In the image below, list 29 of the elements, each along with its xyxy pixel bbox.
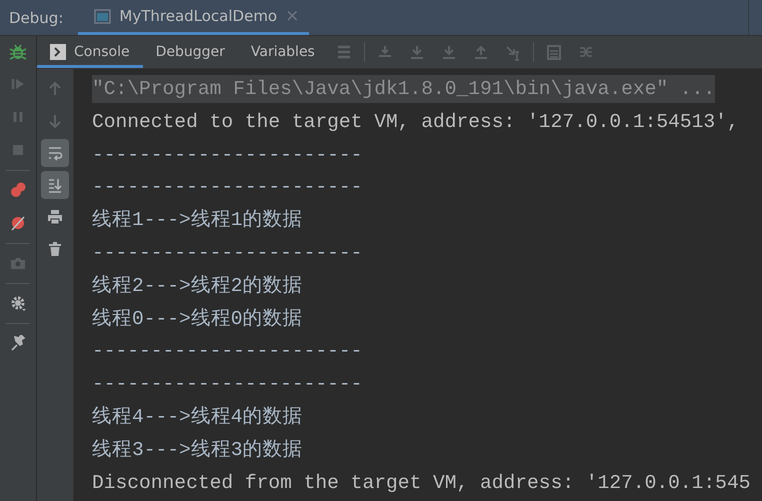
breakpoints-icon[interactable] bbox=[10, 182, 26, 199]
scroll-to-end-icon[interactable] bbox=[41, 171, 69, 199]
console-line: 线程4--->线程4的数据 bbox=[92, 406, 303, 428]
window-icon bbox=[94, 8, 112, 24]
console-line: ----------------------- bbox=[92, 340, 362, 362]
settings-icon[interactable] bbox=[10, 295, 26, 312]
console-line: Connected to the target VM, address: '127.0.0.1:54513', bbox=[92, 110, 739, 133]
console-line: Disconnected from the target VM, address: '127.0.0.1:545 bbox=[92, 472, 750, 494]
pin-icon[interactable] bbox=[10, 335, 26, 352]
run-to-cursor-icon[interactable] bbox=[504, 44, 521, 60]
tool-tab[interactable]: Debugger bbox=[142, 36, 238, 68]
console-icon bbox=[50, 44, 66, 60]
console-line: ----------------------- bbox=[92, 373, 362, 396]
console-line: 线程3--->线程3的数据 bbox=[92, 438, 303, 461]
force-step-into-icon[interactable] bbox=[440, 44, 457, 60]
mute-breakpoints-icon[interactable] bbox=[10, 215, 26, 232]
layout-icon[interactable] bbox=[336, 44, 352, 60]
console-line: ----------------------- bbox=[92, 144, 362, 166]
console-line: ----------------------- bbox=[92, 242, 362, 264]
step-into-icon[interactable] bbox=[408, 44, 425, 60]
console-line: ----------------------- bbox=[92, 176, 362, 198]
console-line: 线程2--->线程2的数据 bbox=[92, 274, 303, 297]
bug-icon[interactable] bbox=[9, 43, 27, 61]
debug-label: Debug: bbox=[8, 8, 64, 28]
console-line: 线程1--->线程1的数据 bbox=[92, 209, 303, 232]
step-out-icon[interactable] bbox=[472, 44, 489, 60]
soft-wrap-icon[interactable] bbox=[41, 139, 69, 167]
console-line: 线程0--->线程0的数据 bbox=[92, 308, 303, 330]
tool-tab[interactable]: Variables bbox=[238, 36, 328, 68]
